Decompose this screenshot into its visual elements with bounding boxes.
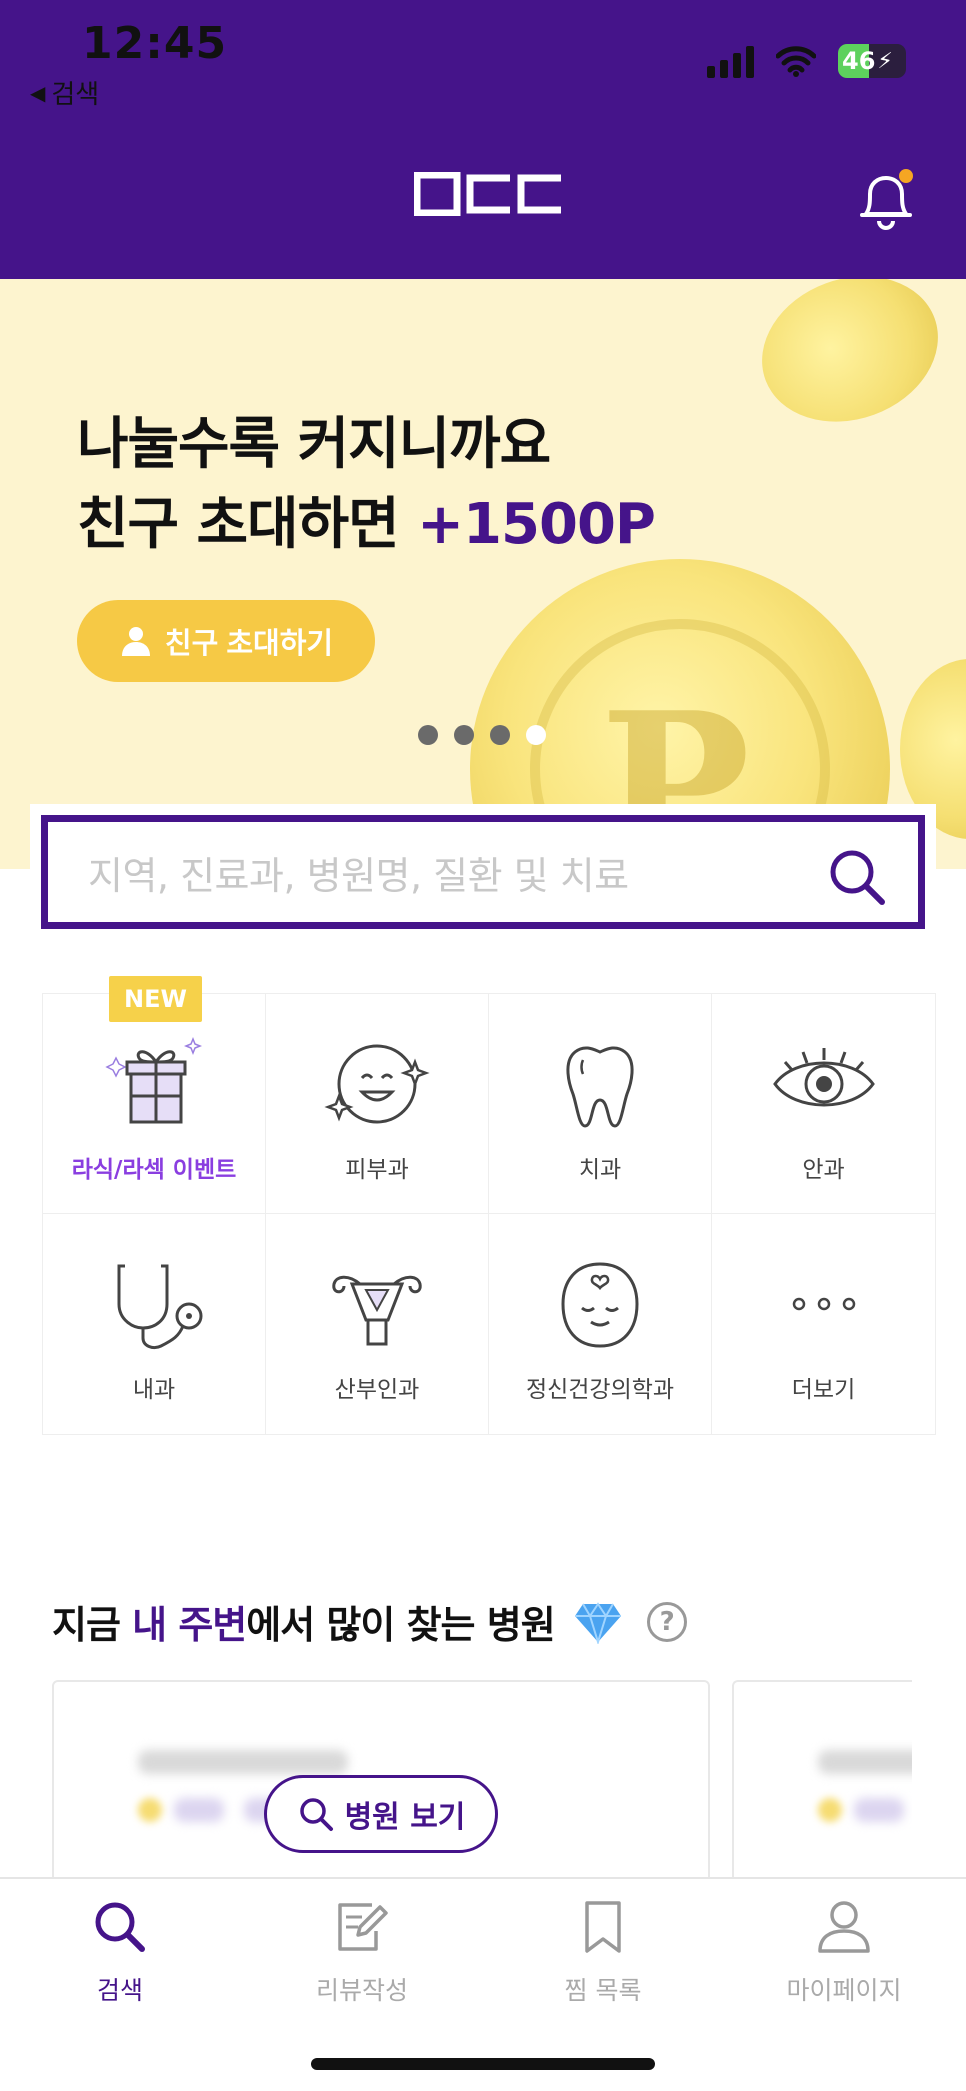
category-label: 피부과 xyxy=(345,1157,409,1183)
new-badge: NEW xyxy=(109,976,202,1022)
pagination-dot[interactable] xyxy=(454,725,474,745)
view-hospital-label: 병원 보기 xyxy=(344,1800,466,1835)
back-to-search-link[interactable]: ◀ 검색 xyxy=(30,74,99,111)
back-label: 검색 xyxy=(51,80,100,110)
tooth-icon xyxy=(566,1046,634,1128)
battery-level: 46 xyxy=(842,47,876,75)
nav-label: 리뷰작성 xyxy=(315,1976,408,2005)
category-grid: NEW 라식/라섹 이벤트 피부과 치과 안과 내과 산부인과 정신건강의학과 … xyxy=(42,976,936,1435)
banner-subheadline: 친구 초대하면 +1500P xyxy=(77,492,656,557)
app-header: 12:45 ◀ 검색 46 ⚡ xyxy=(0,0,966,279)
smile-face-icon xyxy=(324,1044,430,1124)
search-icon xyxy=(299,1798,333,1831)
calm-face-icon xyxy=(561,1262,639,1348)
category-psychiatry[interactable]: 정신건강의학과 xyxy=(489,1214,712,1434)
person-icon xyxy=(121,627,150,656)
uterus-icon xyxy=(332,1275,422,1346)
occ-logo xyxy=(414,172,561,216)
home-indicator[interactable] xyxy=(311,2058,655,2070)
banner-pagination[interactable] xyxy=(418,725,546,745)
category-obgyn[interactable]: 산부인과 xyxy=(266,1214,489,1434)
user-icon xyxy=(818,1901,870,1953)
coin-decoration xyxy=(741,279,959,446)
category-label: 치과 xyxy=(578,1157,622,1183)
help-icon[interactable]: ? xyxy=(646,1601,687,1642)
title-accent: 내 주변 xyxy=(132,1603,247,1647)
banner-points: +1500P xyxy=(417,492,656,557)
diamond-icon xyxy=(574,1601,621,1644)
wifi-icon xyxy=(776,46,816,77)
invite-friend-button[interactable]: 친구 초대하기 xyxy=(77,600,375,682)
search-icon[interactable] xyxy=(826,846,888,908)
nav-label: 찜 목록 xyxy=(564,1976,642,2005)
pagination-dot-active[interactable] xyxy=(526,725,546,745)
search-icon xyxy=(95,1902,145,1952)
more-dots-icon xyxy=(792,1297,855,1311)
category-label: 더보기 xyxy=(791,1377,856,1403)
battery-icon: 46 ⚡ xyxy=(838,44,906,78)
gift-icon xyxy=(105,1036,203,1124)
category-label: 정신건강의학과 xyxy=(525,1377,675,1403)
category-label: 라식/라섹 이벤트 xyxy=(71,1157,237,1183)
eye-icon xyxy=(772,1048,875,1107)
category-label: 안과 xyxy=(802,1157,845,1183)
category-label: 산부인과 xyxy=(334,1377,420,1403)
status-indicators: 46 ⚡ xyxy=(707,44,906,78)
notification-bell-icon[interactable] xyxy=(856,166,916,232)
view-hospital-button[interactable]: 병원 보기 xyxy=(264,1775,498,1853)
category-dermatology[interactable]: 피부과 xyxy=(266,994,489,1214)
category-internal-medicine[interactable]: 내과 xyxy=(43,1214,266,1434)
nav-label: 검색 xyxy=(96,1976,143,2005)
bookmark-icon xyxy=(585,1901,621,1953)
category-more[interactable]: 더보기 xyxy=(712,1214,935,1434)
pagination-dot[interactable] xyxy=(490,725,510,745)
search-placeholder: 지역, 진료과, 병원명, 질환 및 치료 xyxy=(88,853,629,898)
nav-bookmarks[interactable]: 찜 목록 xyxy=(503,1897,703,2007)
hospital-card[interactable] xyxy=(732,1680,912,1900)
nav-label: 마이페이지 xyxy=(786,1976,902,2005)
category-ophthalmology[interactable]: 안과 xyxy=(712,994,935,1214)
category-label: 내과 xyxy=(132,1377,176,1403)
status-time: 12:45 xyxy=(82,18,228,69)
search-input[interactable]: 지역, 진료과, 병원명, 질환 및 치료 xyxy=(41,815,925,929)
category-dentistry[interactable]: 치과 xyxy=(489,994,712,1214)
edit-note-icon xyxy=(338,1903,388,1951)
search-section: 지역, 진료과, 병원명, 질환 및 치료 xyxy=(30,804,936,940)
nav-write-review[interactable]: 리뷰작성 xyxy=(262,1897,462,2007)
back-arrow-icon: ◀ xyxy=(30,80,46,105)
nav-my-page[interactable]: 마이페이지 xyxy=(744,1897,944,2007)
pagination-dot[interactable] xyxy=(418,725,438,745)
category-lasik-event[interactable]: NEW 라식/라섹 이벤트 xyxy=(43,976,266,1214)
nearby-hospitals-title: 지금 내 주변에서 많이 찾는 병원 ? xyxy=(52,1594,687,1649)
cellular-signal-icon xyxy=(707,44,754,78)
banner-headline: 나눌수록 커지니까요 xyxy=(77,412,551,477)
nav-search[interactable]: 검색 xyxy=(20,1897,220,2007)
invite-friend-label: 친구 초대하기 xyxy=(164,628,334,660)
stethoscope-icon xyxy=(117,1264,203,1350)
promo-banner[interactable]: P 나눌수록 커지니까요 친구 초대하면 +1500P 친구 초대하기 xyxy=(0,279,966,869)
